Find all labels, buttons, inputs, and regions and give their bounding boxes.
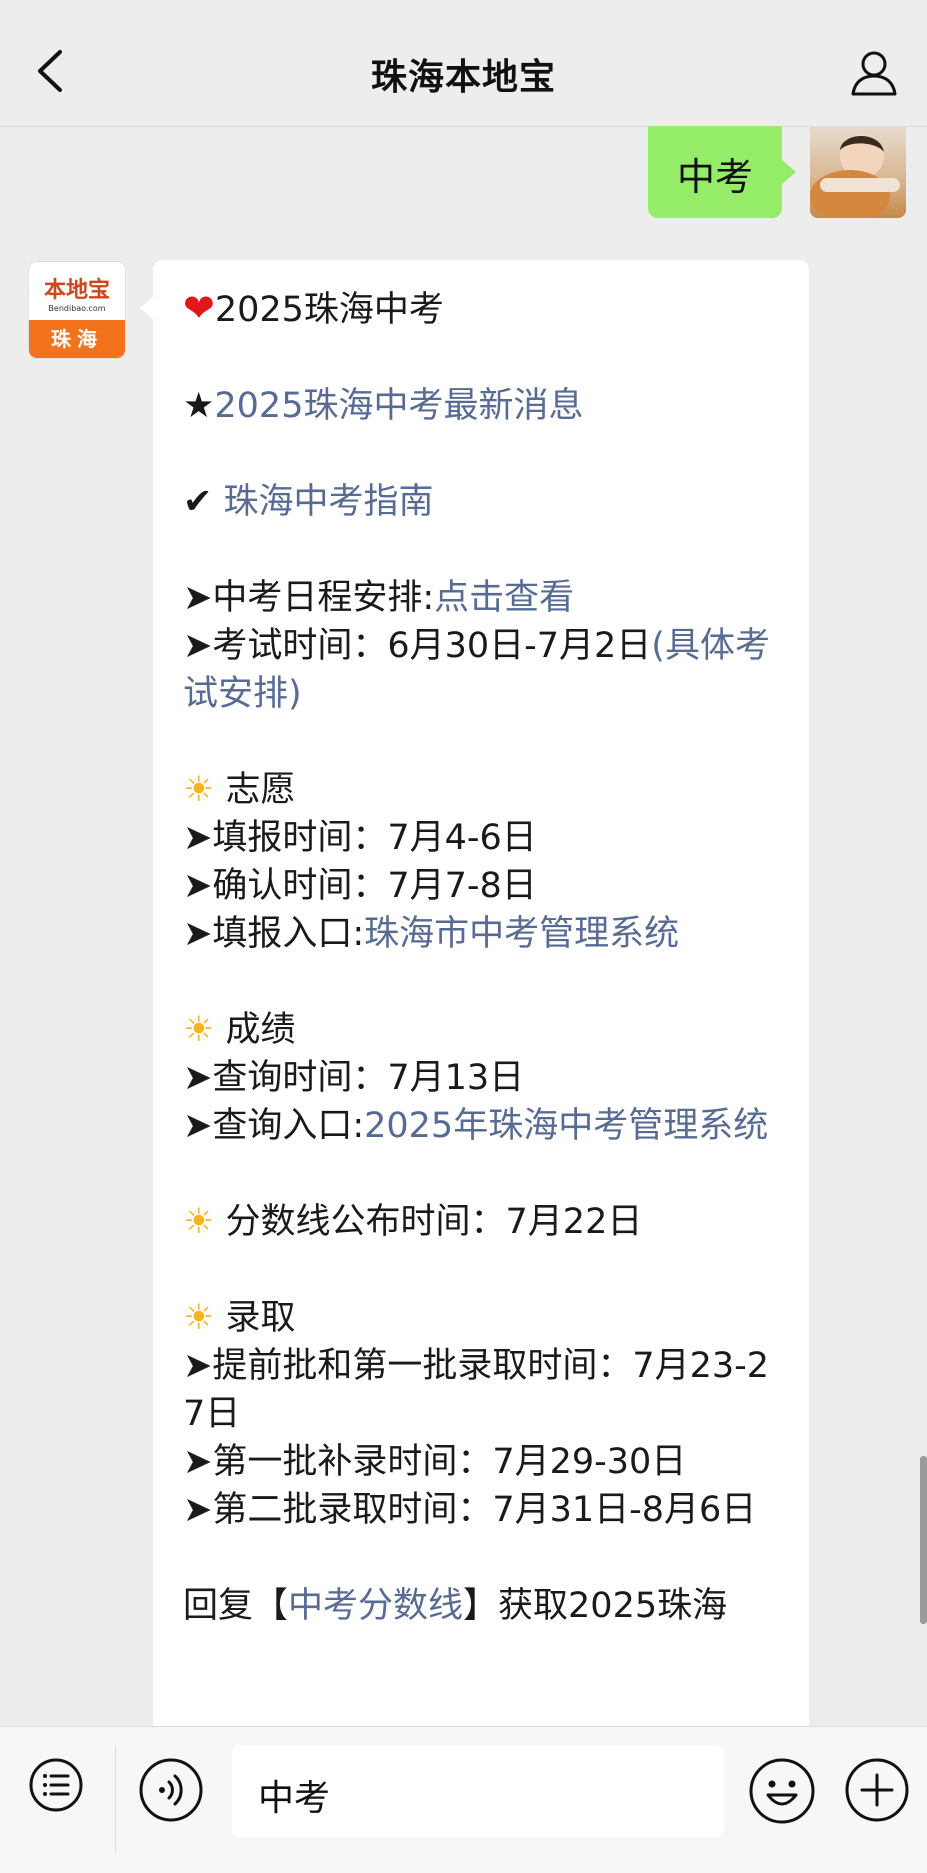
cutoff-line: ☀ 分数线公布时间：7月22日	[183, 1198, 783, 1246]
news-link[interactable]: 2025珠海中考最新消息	[214, 386, 583, 426]
exam-time-text: ➤考试时间：6月30日-7月2日	[183, 626, 652, 666]
bendibao-logo: 本地宝 Bendibao.com	[29, 262, 125, 320]
reply-prefix: 回复【	[183, 1586, 289, 1626]
star-icon: ★	[183, 386, 215, 426]
fill-entry-label: ➤填报入口:	[183, 914, 365, 954]
menu-icon[interactable]	[28, 1757, 84, 1813]
message-input-text: 中考	[258, 1778, 331, 1819]
score-heading: 成绩	[225, 1010, 296, 1050]
bar-divider	[115, 1745, 116, 1853]
news-line: ★2025珠海中考最新消息	[183, 382, 783, 430]
reply-suffix: 】获取2025珠海	[463, 1586, 728, 1626]
user-avatar-photo	[810, 134, 900, 218]
query-entry-label: ➤查询入口:	[183, 1106, 365, 1146]
fill-time-line: ➤填报时间：7月4-6日	[183, 818, 537, 858]
sun-icon: ☀	[183, 770, 215, 810]
top-bar: 珠海本地宝	[0, 0, 927, 127]
fill-entry-line: ➤填报入口:珠海市中考管理系统	[183, 910, 783, 958]
input-bar: 中考	[0, 1726, 927, 1873]
scrollbar[interactable]	[920, 1456, 927, 1624]
cutoff-text: 分数线公布时间：7月22日	[225, 1202, 643, 1242]
bendibao-avatar[interactable]: 本地宝 Bendibao.com 珠海	[29, 262, 125, 358]
check-icon: ✔	[183, 482, 213, 522]
reply-title-line: ❤2025珠海中考	[183, 284, 783, 334]
admission-heading: 录取	[225, 1298, 296, 1338]
zhiyuan-heading: 志愿	[225, 770, 296, 810]
reply-keyword-link[interactable]: 中考分数线	[288, 1586, 463, 1626]
reply-bubble-tail	[140, 296, 154, 320]
admission-supplement-line: ➤第一批补录时间：7月29-30日	[183, 1442, 687, 1482]
sent-message-bubble[interactable]: 中考	[648, 126, 782, 218]
reply-keyword-line: 回复【中考分数线】获取2025珠海	[183, 1582, 783, 1630]
admission-heading-line: ☀ 录取	[183, 1294, 783, 1342]
admission-early-line: ➤提前批和第一批录取时间：7月23-27日	[183, 1346, 770, 1434]
emoji-icon[interactable]	[748, 1757, 816, 1825]
confirm-time-line: ➤确认时间：7月7-8日	[183, 866, 537, 906]
guide-link[interactable]: 珠海中考指南	[223, 482, 433, 522]
logo-text: 本地宝	[43, 277, 110, 303]
zhiyuan-heading-line: ☀ 志愿	[183, 766, 783, 814]
reply-title: 2025珠海中考	[214, 290, 444, 330]
chat-title: 珠海本地宝	[370, 57, 556, 98]
plus-icon[interactable]	[844, 1757, 910, 1823]
sun-icon: ☀	[183, 1202, 215, 1242]
guide-line: ✔ 珠海中考指南	[183, 478, 783, 526]
schedule-link[interactable]: 点击查看	[434, 578, 574, 618]
message-input[interactable]: 中考	[232, 1745, 724, 1837]
query-entry-line: ➤查询入口:2025年珠海中考管理系统	[183, 1102, 783, 1150]
query-entry-link[interactable]: 2025年珠海中考管理系统	[364, 1106, 768, 1146]
schedule-line: ➤中考日程安排:点击查看	[183, 574, 783, 622]
heart-icon: ❤	[183, 286, 215, 330]
voice-icon[interactable]	[138, 1757, 204, 1823]
sun-icon: ☀	[183, 1010, 215, 1050]
reply-message-content: ❤2025珠海中考 ★2025珠海中考最新消息 ✔ 珠海中考指南 ➤中考日程安排…	[183, 284, 783, 1630]
sun-icon: ☀	[183, 1298, 215, 1338]
profile-icon[interactable]	[849, 48, 899, 98]
sent-message-text: 中考	[676, 155, 753, 199]
sent-bubble-tail	[782, 160, 796, 184]
fill-entry-link[interactable]: 珠海市中考管理系统	[364, 914, 679, 954]
admission-second-line: ➤第二批录取时间：7月31日-8月6日	[183, 1490, 757, 1530]
user-avatar[interactable]	[810, 126, 906, 218]
query-time-line: ➤查询时间：7月13日	[183, 1058, 525, 1098]
exam-time-line: ➤考试时间：6月30日-7月2日(具体考试安排)	[183, 622, 783, 718]
logo-subtext: Bendibao.com	[48, 304, 106, 313]
schedule-label: ➤中考日程安排:	[183, 578, 435, 618]
score-heading-line: ☀ 成绩	[183, 1006, 783, 1054]
city-label: 珠海	[29, 320, 125, 358]
